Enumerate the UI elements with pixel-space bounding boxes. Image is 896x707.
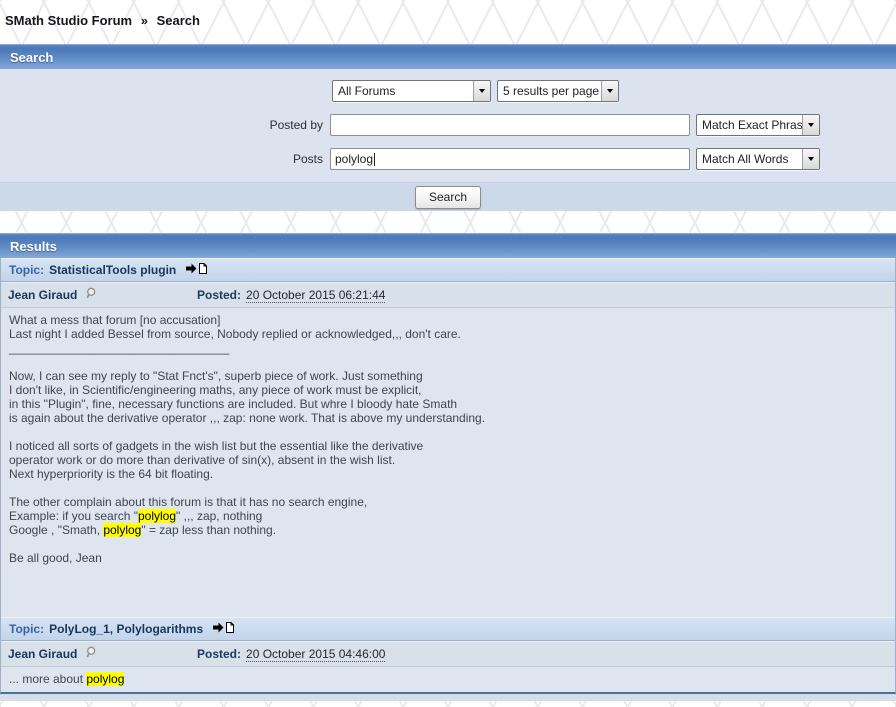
topic-row: Topic: PolyLog_1, Polylogarithms [1, 617, 895, 641]
results-panel: Results Topic: StatisticalTools plugin J… [0, 233, 896, 701]
post-body: ... more about polylog [1, 667, 895, 692]
results-table: Topic: StatisticalTools plugin Jean Gira… [0, 258, 896, 694]
posted-label: Posted: [197, 647, 241, 661]
post-body: What a mess that forum [no accusation]La… [1, 308, 895, 617]
post-body-line [9, 481, 887, 495]
posted-by-label: Posted by [0, 118, 330, 132]
posted-cell: Posted: 20 October 2015 04:46:00 [197, 647, 385, 662]
post-body-line: Example: if you search "polylog" ,,, zap… [9, 509, 887, 523]
forum-select-value: All Forums [333, 84, 473, 98]
breadcrumb: SMath Studio Forum » Search [0, 0, 896, 44]
posted-by-row: Posted by Match Exact Phrase [0, 114, 896, 136]
author-cell: Jean Giraud [1, 646, 197, 663]
post-body-line: Be all good, Jean [9, 551, 887, 565]
result-topic-block: Topic: StatisticalTools plugin Jean Gira… [1, 258, 895, 617]
posts-row: Posts polylog Match All Words [0, 148, 896, 170]
go-to-post-icon[interactable] [212, 621, 235, 637]
post-body-line: operator work or do more than derivative… [9, 453, 887, 467]
post-header-row: Jean Giraud Posted: 20 October 2015 06:2… [1, 282, 895, 308]
post-body-line: ... more about polylog [9, 672, 887, 686]
post-body-line: in this "Plugin", fine, necessary functi… [9, 397, 887, 411]
magnifier-icon[interactable] [84, 287, 97, 304]
post-body-line: I noticed all sorts of gadgets in the wi… [9, 439, 887, 453]
magnifier-icon[interactable] [84, 646, 97, 663]
post-body-line: is again about the derivative operator ,… [9, 411, 887, 425]
results-per-page-dropdown-button[interactable] [601, 81, 618, 101]
forum-select-dropdown-button[interactable] [473, 81, 490, 101]
search-panel-header: Search [0, 44, 896, 69]
results-per-page-select[interactable]: 5 results per page [497, 80, 619, 102]
post-body-line: Next hyperpriority is the 64 bit floatin… [9, 467, 887, 481]
breadcrumb-separator: » [141, 13, 148, 28]
posts-match-dropdown-button[interactable] [802, 149, 819, 169]
breadcrumb-current[interactable]: Search [157, 13, 200, 28]
post-body-line: The other complain about this forum is t… [9, 495, 887, 509]
post-body-line: Now, I can see my reply to "Stat Fnct's"… [9, 369, 887, 383]
topic-row: Topic: StatisticalTools plugin [1, 258, 895, 282]
post-header-row: Jean Giraud Posted: 20 October 2015 04:4… [1, 641, 895, 667]
search-button[interactable]: Search [415, 186, 481, 209]
text-cursor [374, 153, 375, 166]
author-name-link[interactable]: Jean Giraud [8, 288, 77, 302]
post-body-line [9, 537, 887, 551]
breadcrumb-forum-link[interactable]: SMath Studio Forum [5, 13, 132, 28]
post-body-line: _________________________________ [9, 341, 887, 355]
search-panel: Search All Forums 5 results per page Pos… [0, 44, 896, 211]
forum-filters-row: All Forums 5 results per page [0, 80, 896, 102]
post-body-line [9, 425, 887, 439]
forum-select[interactable]: All Forums [332, 80, 491, 102]
posted-by-match-select[interactable]: Match Exact Phrase [696, 114, 820, 136]
chevron-down-icon [808, 123, 814, 127]
post-body-line [9, 355, 887, 369]
author-cell: Jean Giraud [1, 287, 197, 304]
posted-date: 20 October 2015 06:21:44 [246, 288, 385, 303]
posts-input-value: polylog [335, 152, 373, 166]
go-to-post-icon[interactable] [185, 262, 208, 278]
posts-match-value: Match All Words [697, 152, 802, 166]
posts-input[interactable]: polylog [330, 148, 690, 170]
posted-by-match-dropdown-button[interactable] [802, 115, 819, 135]
post-body-line: I don't like, in Scientific/engineering … [9, 383, 887, 397]
chevron-down-icon [479, 89, 485, 93]
posted-by-input[interactable] [330, 114, 690, 136]
chevron-down-icon [808, 157, 814, 161]
posted-by-match-value: Match Exact Phrase [697, 118, 802, 132]
topic-label: Topic: [9, 263, 44, 277]
next-section-strip [0, 694, 896, 701]
topic-label: Topic: [9, 622, 44, 636]
results-panel-header: Results [0, 233, 896, 258]
post-body-line: Last night I added Bessel from source, N… [9, 327, 887, 341]
posted-label: Posted: [197, 288, 241, 302]
post-body-line: Google , "Smath, polylog" = zap less tha… [9, 523, 887, 537]
results-per-page-value: 5 results per page [498, 84, 601, 98]
search-form: All Forums 5 results per page Posted by … [0, 69, 896, 182]
result-topic-block: Topic: PolyLog_1, Polylogarithms Jean Gi… [1, 617, 895, 692]
section-gap [0, 211, 896, 233]
author-name-link[interactable]: Jean Giraud [8, 647, 77, 661]
search-form-footer: Search [0, 182, 896, 211]
posts-label: Posts [0, 152, 330, 166]
topic-title-link[interactable]: StatisticalTools plugin [49, 263, 176, 277]
posted-date: 20 October 2015 04:46:00 [246, 647, 385, 662]
post-body-line: What a mess that forum [no accusation] [9, 313, 887, 327]
topic-title-link[interactable]: PolyLog_1, Polylogarithms [49, 622, 203, 636]
chevron-down-icon [607, 89, 613, 93]
posts-match-select[interactable]: Match All Words [696, 148, 820, 170]
posted-cell: Posted: 20 October 2015 06:21:44 [197, 288, 385, 303]
